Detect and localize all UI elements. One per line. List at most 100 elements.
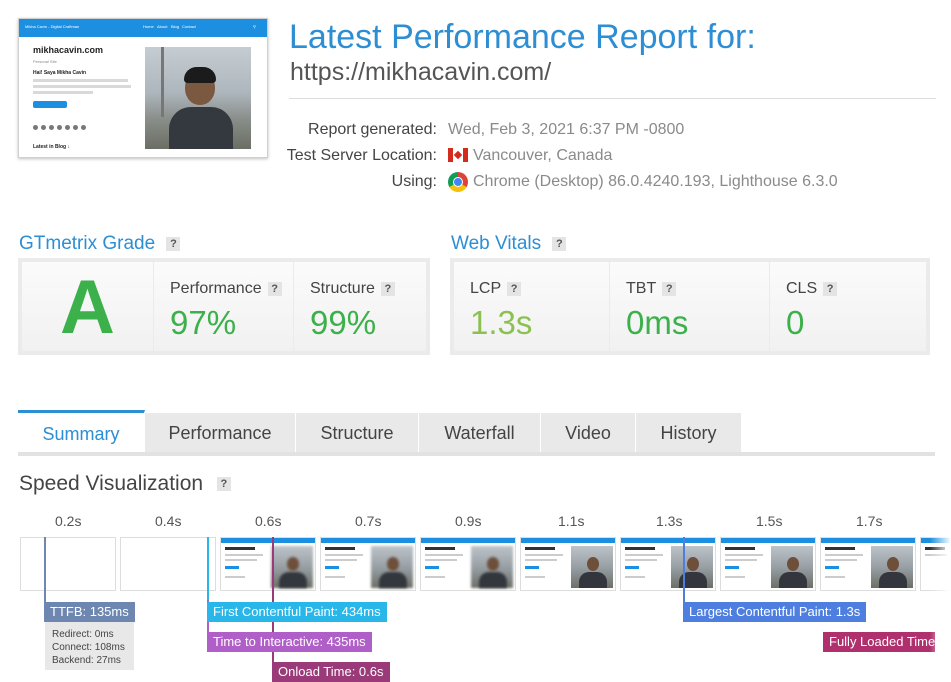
help-icon[interactable]: ? (662, 281, 677, 296)
filmstrip-frame-blank[interactable] (120, 537, 216, 591)
tbt-value: 0ms (626, 304, 689, 341)
gtmetrix-grade-heading: GTmetrix Grade ? (19, 233, 181, 255)
tab-history[interactable]: History (636, 413, 742, 453)
tti-marker[interactable]: Time to Interactive: 435ms (207, 632, 372, 652)
report-title: Latest Performance Report for: (289, 18, 756, 56)
ttfb-marker[interactable]: TTFB: 135ms (44, 602, 135, 622)
chrome-icon (448, 172, 468, 192)
tbt-label: TBT? (626, 280, 677, 298)
tbt-label-text: TBT (626, 280, 657, 297)
timeline-label: 0.6s (255, 513, 282, 529)
performance-label-text: Performance (170, 280, 262, 297)
lcp-marker-line (683, 537, 685, 603)
timeline-label: 1.7s (856, 513, 883, 529)
help-icon[interactable]: ? (216, 477, 231, 492)
thumbnail-text-line (33, 79, 128, 82)
ttfb-connect: Connect: 108ms (52, 642, 125, 653)
canada-flag-icon (448, 148, 468, 162)
help-icon[interactable]: ? (823, 281, 838, 296)
help-icon[interactable]: ? (267, 281, 282, 296)
thumbnail-search-icon: ⚲ (253, 24, 256, 29)
grade-cell: A (22, 262, 153, 351)
using-label: Using: (391, 173, 437, 190)
grade-letter: A (60, 265, 115, 350)
thumbnail-nav-brand: Mikha Cavin - Digital Craftman (25, 24, 80, 29)
tab-bar-underline (18, 452, 935, 456)
thumbnail-social-icon (49, 125, 54, 130)
gtmetrix-grade-heading-text: GTmetrix Grade (19, 233, 156, 254)
timeline-label: 0.7s (355, 513, 382, 529)
report-url[interactable]: https://mikhacavin.com/ (290, 58, 551, 87)
thumbnail-social-icon (41, 125, 46, 130)
timeline-label: 0.4s (155, 513, 182, 529)
web-vitals-panel: LCP? 1.3s TBT? 0ms CLS? 0 (450, 258, 930, 355)
cls-value: 0 (786, 304, 805, 341)
tab-waterfall[interactable]: Waterfall (419, 413, 541, 453)
ttfb-breakdown: Redirect: 0ms Connect: 108ms Backend: 27… (45, 622, 134, 670)
thumbnail-blog-heading: Latest in Blog ↓ (33, 144, 70, 150)
performance-cell: Performance? 97% (154, 262, 293, 351)
filmstrip-frame[interactable] (820, 537, 916, 591)
structure-cell: Structure? 99% (294, 262, 426, 351)
help-icon[interactable]: ? (507, 281, 522, 296)
filmstrip-frame[interactable] (520, 537, 616, 591)
lcp-value: 1.3s (470, 304, 533, 341)
thumbnail-social-icon (73, 125, 78, 130)
thumbnail-social-icon (57, 125, 62, 130)
thumbnail-nav-link: Home (143, 24, 154, 29)
help-icon[interactable]: ? (552, 236, 567, 251)
tab-structure[interactable]: Structure (296, 413, 419, 453)
page-screenshot-thumbnail[interactable]: Mikha Cavin - Digital Craftman Home Abou… (18, 18, 268, 158)
thumbnail-text-line (33, 91, 93, 94)
timeline-label: 1.1s (558, 513, 585, 529)
web-vitals-heading-text: Web Vitals (451, 233, 542, 254)
thumbnail-photo-person-hair (184, 67, 216, 83)
timeline-label: 1.3s (656, 513, 683, 529)
filmstrip-frame[interactable] (420, 537, 516, 591)
performance-value: 97% (170, 304, 237, 341)
speed-visualization-heading-text: Speed Visualization (19, 472, 204, 495)
thumbnail-text-line (33, 85, 131, 88)
thumbnail-social-icon (81, 125, 86, 130)
thumbnail-navbar: Mikha Cavin - Digital Craftman Home Abou… (19, 19, 267, 37)
onload-marker[interactable]: Onload Time: 0.6s (272, 662, 390, 682)
test-server-location-label: Test Server Location: (286, 147, 437, 164)
web-vitals-heading: Web Vitals ? (451, 233, 567, 255)
tab-performance[interactable]: Performance (145, 413, 296, 453)
report-generated-label: Report generated: (308, 121, 437, 138)
lcp-label: LCP? (470, 280, 522, 298)
thumbnail-photo-pole (161, 47, 164, 117)
filmstrip-fade (930, 510, 951, 680)
cls-cell: CLS? 0 (770, 262, 926, 351)
thumbnail-photo-person-body (169, 107, 233, 149)
tbt-cell: TBT? 0ms (610, 262, 769, 351)
ttfb-marker-line (44, 537, 46, 603)
cls-label: CLS? (786, 280, 838, 298)
timeline-label: 1.5s (756, 513, 783, 529)
header-divider (289, 98, 936, 99)
structure-label-text: Structure (310, 280, 375, 297)
report-generated-value: Wed, Feb 3, 2021 6:37 PM -0800 (448, 121, 685, 138)
filmstrip-frame[interactable] (620, 537, 716, 591)
performance-label: Performance? (170, 280, 282, 298)
thumbnail-nav-link: About (157, 24, 168, 29)
ttfb-backend: Backend: 27ms (52, 655, 121, 666)
structure-label: Structure? (310, 280, 395, 298)
thumbnail-heading: Hai! Saya Mikha Cavin (33, 70, 87, 76)
thumbnail-nav-link: Contact (182, 24, 196, 29)
help-icon[interactable]: ? (380, 281, 395, 296)
lcp-label-text: LCP (470, 280, 502, 297)
help-icon[interactable]: ? (166, 236, 181, 251)
filmstrip-frame[interactable] (720, 537, 816, 591)
tab-video[interactable]: Video (541, 413, 636, 453)
using-value: Chrome (Desktop) 86.0.4240.193, Lighthou… (473, 173, 838, 190)
fcp-marker[interactable]: First Contentful Paint: 434ms (207, 602, 387, 622)
lcp-cell: LCP? 1.3s (454, 262, 609, 351)
lcp-marker[interactable]: Largest Contentful Paint: 1.3s (683, 602, 867, 622)
filmstrip-frame[interactable] (320, 537, 416, 591)
filmstrip-frame-blank[interactable] (20, 537, 116, 591)
fully-loaded-marker[interactable]: Fully Loaded Time (823, 632, 935, 652)
filmstrip-frame[interactable] (220, 537, 316, 591)
tab-summary[interactable]: Summary (18, 410, 145, 453)
timeline-label: 0.2s (55, 513, 82, 529)
